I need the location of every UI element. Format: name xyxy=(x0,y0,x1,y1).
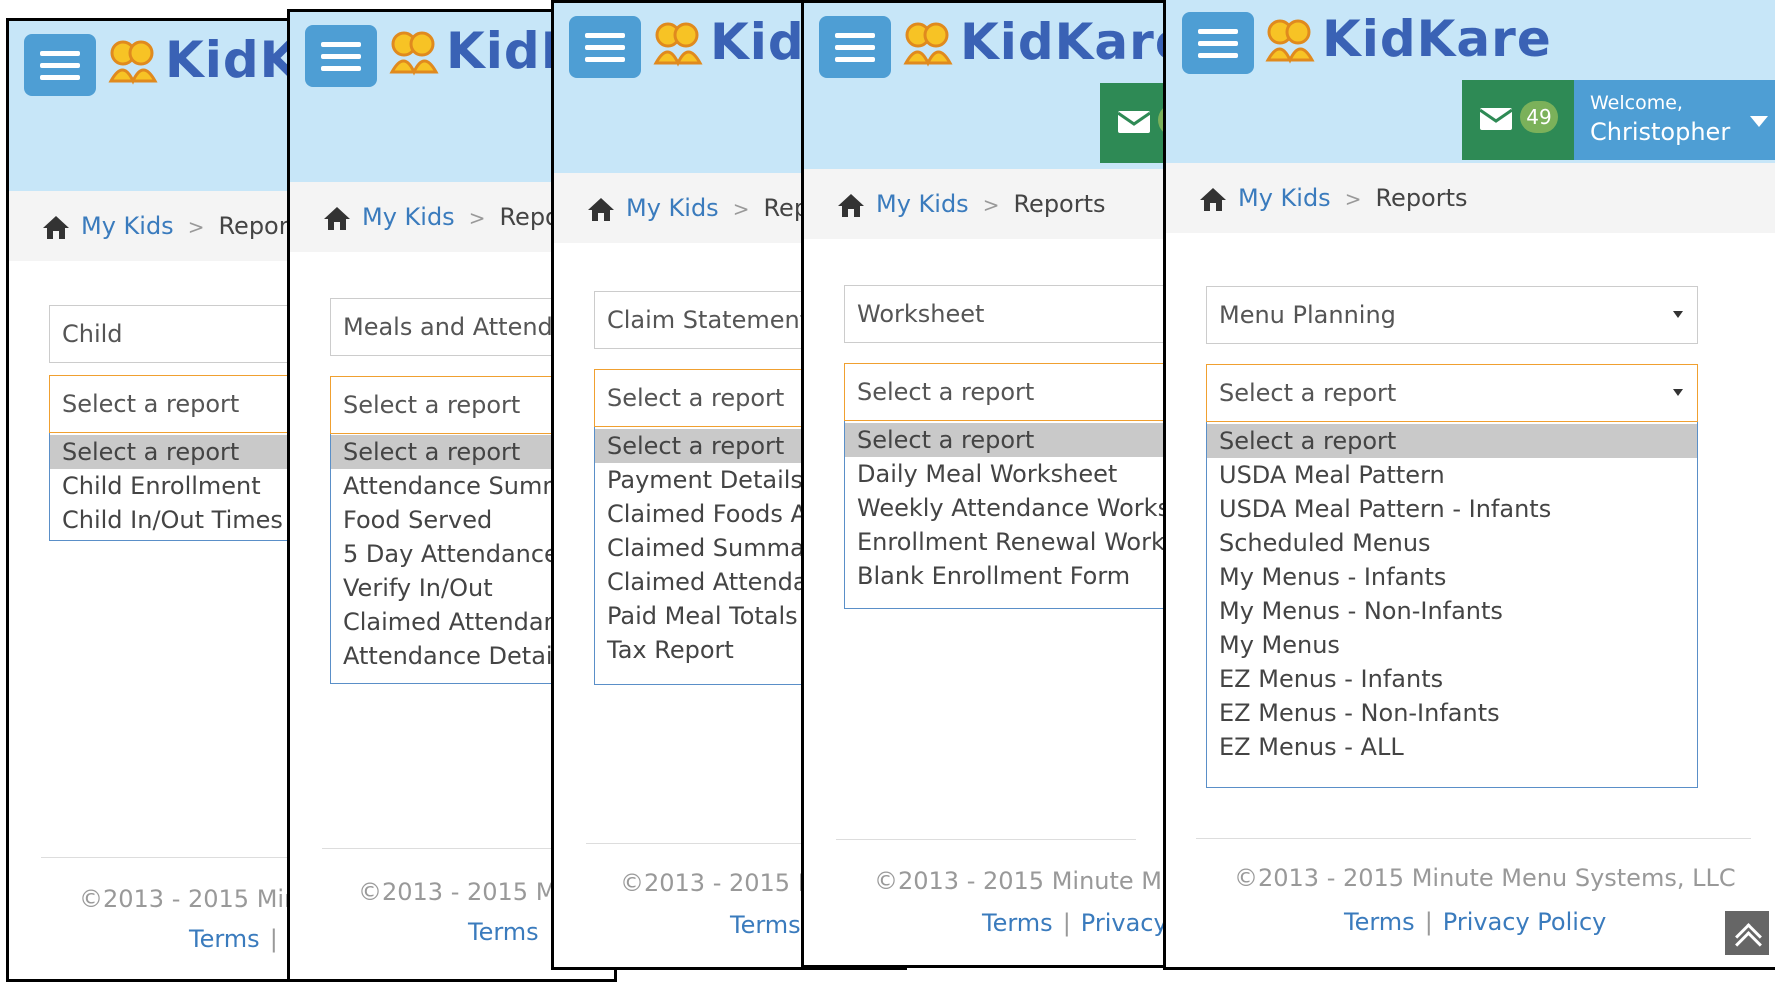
home-icon xyxy=(1200,188,1226,211)
footer-divider xyxy=(41,857,301,858)
option-ez-menus-all[interactable]: EZ Menus - ALL xyxy=(1207,730,1697,764)
top-bar: KidKare 49 Welcome, Christopher xyxy=(1166,0,1775,170)
option-usda-meal-pattern-infants[interactable]: USDA Meal Pattern - Infants xyxy=(1207,492,1697,526)
category-select[interactable]: Worksheet xyxy=(844,285,1168,343)
option-daily-meal-worksheet[interactable]: Daily Meal Worksheet xyxy=(845,457,1168,491)
breadcrumb-current: Reports xyxy=(1013,190,1106,218)
menu-icon xyxy=(321,42,361,47)
footer-divider xyxy=(1196,838,1751,839)
copyright: ©2013 - 2015 Minute Menu Systems, LLC xyxy=(874,867,1168,895)
privacy-link[interactable]: Privacy Policy xyxy=(1443,908,1607,936)
footer-links: Terms|Privacy Policy xyxy=(982,909,1168,937)
option-blank-enrollment-form[interactable]: Blank Enrollment Form xyxy=(845,559,1168,593)
privacy-link[interactable]: Privacy Policy xyxy=(1081,909,1168,937)
menu-button[interactable] xyxy=(305,25,377,87)
top-bar: KidKare 49 xyxy=(804,3,1168,173)
menu-button[interactable] xyxy=(819,16,891,78)
breadcrumb-current: Reports xyxy=(1375,184,1468,212)
back-to-top-button[interactable] xyxy=(1725,911,1769,958)
menu-icon xyxy=(40,51,80,56)
menu-button[interactable] xyxy=(569,16,641,78)
breadcrumb: My Kids>Reports xyxy=(1166,163,1775,233)
breadcrumb-my-kids[interactable]: My Kids xyxy=(362,203,455,231)
messages-button[interactable]: 49 xyxy=(1462,80,1574,160)
option-enrollment-renewal-worksheet[interactable]: Enrollment Renewal Worksheet xyxy=(845,525,1168,559)
breadcrumb: My Kids>Reports xyxy=(9,191,333,261)
terms-link[interactable]: Terms xyxy=(468,918,539,946)
footer-divider xyxy=(322,848,582,849)
kidkare-logo-icon xyxy=(108,40,158,85)
kidkare-logo-icon xyxy=(389,31,439,76)
option-scheduled-menus[interactable]: Scheduled Menus xyxy=(1207,526,1697,560)
terms-link[interactable]: Terms xyxy=(1344,908,1415,936)
welcome-label: Welcome, xyxy=(1590,92,1683,114)
menu-button[interactable] xyxy=(24,34,96,96)
menu-icon xyxy=(835,33,875,38)
logo-text: KidKare xyxy=(1322,10,1552,68)
report-options-list: Select a report Daily Meal Worksheet Wee… xyxy=(844,421,1168,609)
menu-icon xyxy=(585,33,625,38)
option-my-menus[interactable]: My Menus xyxy=(1207,628,1697,662)
logo-text: KidKare xyxy=(960,13,1171,71)
caret-down-icon xyxy=(1750,116,1768,127)
footer-divider xyxy=(836,839,1136,840)
category-select[interactable]: Menu Planning xyxy=(1206,286,1698,344)
user-name: Christopher xyxy=(1590,118,1731,146)
kidkare-logo-icon xyxy=(1265,19,1315,64)
option-my-menus-non-infants[interactable]: My Menus - Non-Infants xyxy=(1207,594,1697,628)
breadcrumb-my-kids[interactable]: My Kids xyxy=(81,212,174,240)
home-icon xyxy=(43,216,69,239)
breadcrumb-my-kids[interactable]: My Kids xyxy=(876,190,969,218)
messages-button[interactable]: 49 xyxy=(1100,83,1168,163)
unread-count-badge: 49 xyxy=(1520,101,1558,133)
option-ez-menus-non-infants[interactable]: EZ Menus - Non-Infants xyxy=(1207,696,1697,730)
copyright: ©2013 - 2015 Minute Menu Systems, LLC xyxy=(1234,864,1736,892)
kidkare-logo: KidKare xyxy=(902,13,1171,71)
home-icon xyxy=(324,207,350,230)
option-ez-menus-infants[interactable]: EZ Menus - Infants xyxy=(1207,662,1697,696)
option-select-a-report[interactable]: Select a report xyxy=(1207,424,1697,458)
kidkare-logo-icon xyxy=(653,22,703,67)
user-menu[interactable]: Welcome, Christopher xyxy=(1574,80,1775,160)
option-select-a-report[interactable]: Select a report xyxy=(845,423,1168,457)
footer-links: Terms|Privacy Policy xyxy=(1344,908,1607,936)
breadcrumb-my-kids[interactable]: My Kids xyxy=(1238,184,1331,212)
kidkare-logo-icon xyxy=(903,22,953,67)
home-icon xyxy=(588,198,614,221)
report-select[interactable]: Select a report xyxy=(1206,364,1698,422)
terms-link[interactable]: Terms xyxy=(189,925,260,953)
menu-icon xyxy=(1198,29,1238,34)
panel-worksheet-reports: KidKare 49 My Kids>Reports Worksheet Sel… xyxy=(801,0,1171,968)
envelope-icon xyxy=(1118,111,1150,133)
breadcrumb: My Kids>Reports xyxy=(804,169,1168,239)
option-weekly-attendance-worksheet[interactable]: Weekly Attendance Worksheet xyxy=(845,491,1168,525)
terms-link[interactable]: Terms xyxy=(982,909,1053,937)
menu-button[interactable] xyxy=(1182,12,1254,74)
dropdown-arrow-icon xyxy=(1673,389,1683,396)
envelope-icon xyxy=(1480,108,1512,130)
breadcrumb-my-kids[interactable]: My Kids xyxy=(626,194,719,222)
panel-menu-planning-reports: KidKare 49 Welcome, Christopher My Kids >… xyxy=(1163,0,1775,970)
terms-link[interactable]: Terms xyxy=(730,911,801,939)
option-usda-meal-pattern[interactable]: USDA Meal Pattern xyxy=(1207,458,1697,492)
report-select[interactable]: Select a report xyxy=(844,363,1168,421)
option-my-menus-infants[interactable]: My Menus - Infants xyxy=(1207,560,1697,594)
top-bar: KidKare xyxy=(9,21,333,191)
report-options-list: Select a report USDA Meal Pattern USDA M… xyxy=(1206,422,1698,788)
home-icon xyxy=(838,194,864,217)
kidkare-logo: KidKare xyxy=(1264,10,1552,68)
dropdown-arrow-icon xyxy=(1673,311,1683,318)
